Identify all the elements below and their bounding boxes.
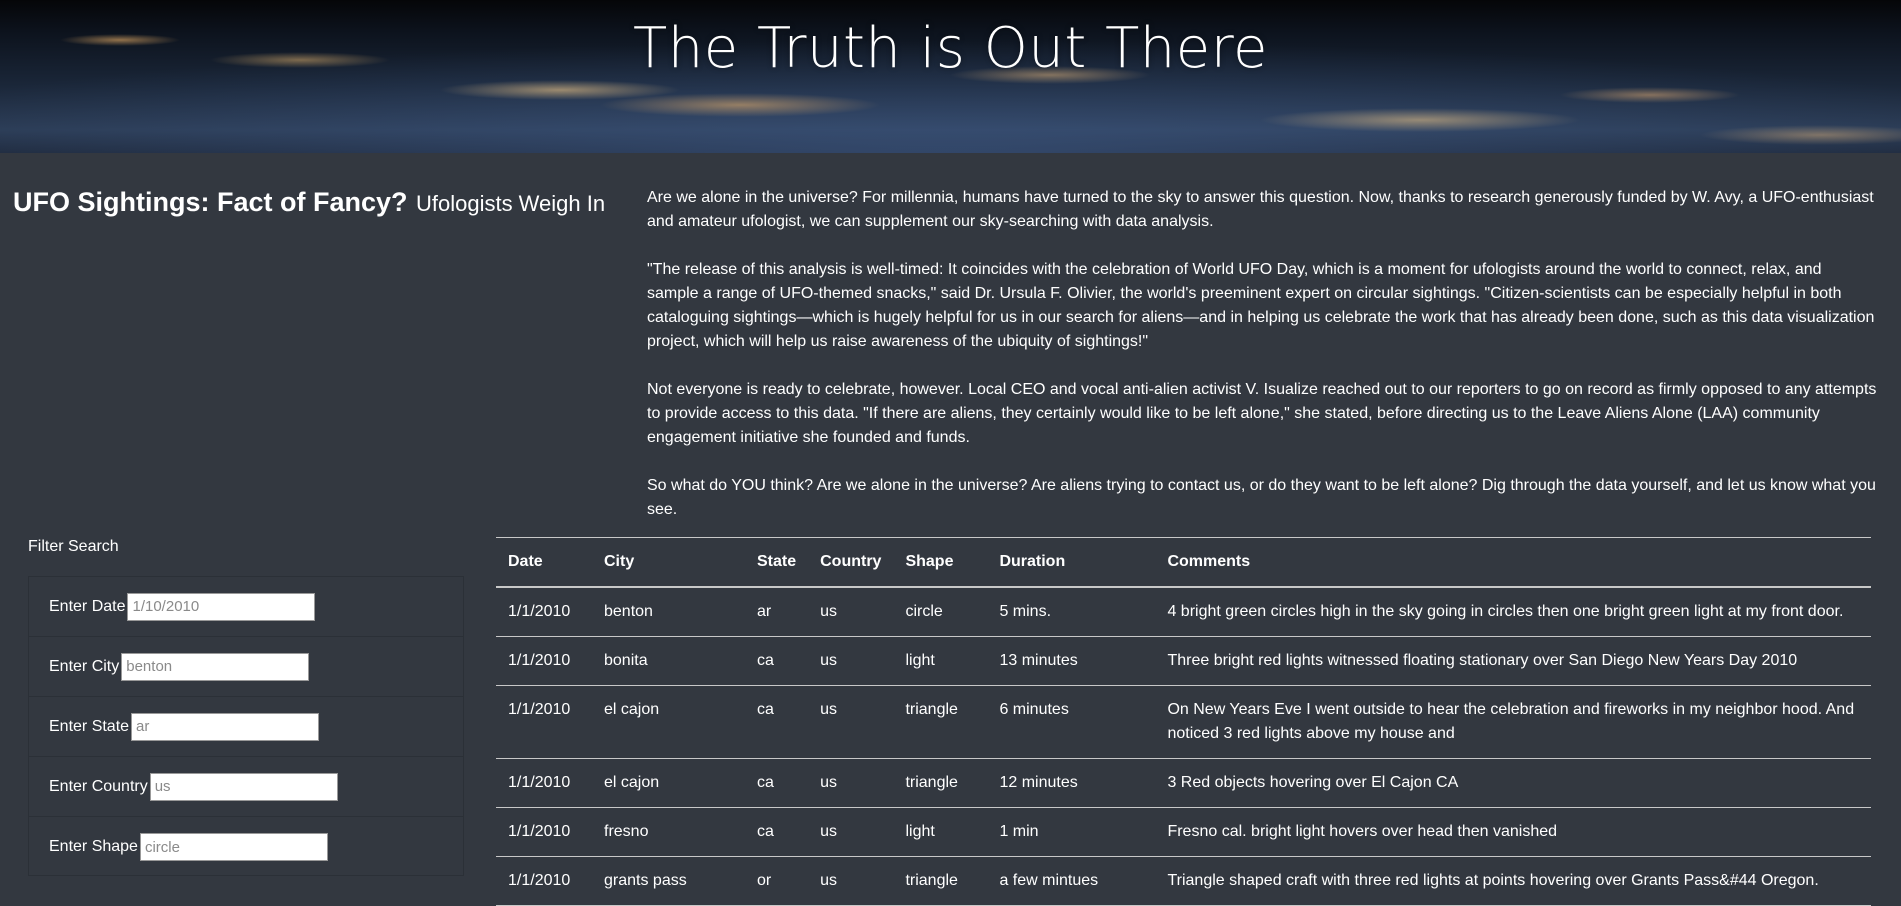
- filter-label-country: Enter Country: [49, 777, 148, 795]
- table-cell: us: [820, 701, 838, 718]
- article-paragraph: Not everyone is ready to celebrate, howe…: [647, 381, 1877, 446]
- table-row: 1/1/2010 grants pass or us triangle a fe…: [496, 857, 1871, 906]
- state-input[interactable]: [131, 712, 320, 741]
- table-cell: ar: [757, 603, 772, 620]
- table-cell: Triangle shaped craft with three red lig…: [1167, 872, 1819, 889]
- article-paragraph: "The release of this analysis is well-ti…: [647, 261, 1875, 350]
- shape-input[interactable]: [139, 833, 328, 861]
- table-cell: us: [820, 872, 838, 889]
- table-cell: ca: [757, 823, 774, 840]
- article: Are we alone in the universe? For millen…: [647, 186, 1877, 546]
- table-cell: 1/1/2010: [508, 603, 571, 620]
- table-cell: 1/1/2010: [508, 823, 571, 840]
- table-cell: 3 Red objects hovering over El Cajon CA: [1167, 774, 1459, 791]
- city-input[interactable]: [121, 652, 310, 681]
- article-paragraph: So what do YOU think? Are we alone in th…: [647, 477, 1876, 518]
- table-cell: light: [905, 823, 935, 840]
- filter-panel: Enter Date Enter City Enter State Enter …: [28, 576, 464, 876]
- page-heading: UFO Sightings: Fact of Fancy? Ufologists…: [13, 187, 605, 218]
- table-cell: 1/1/2010: [508, 701, 571, 718]
- table-cell: triangle: [905, 701, 958, 718]
- table-cell: grants pass: [604, 872, 687, 889]
- table-row: 1/1/2010 el cajon ca us triangle 6 minut…: [496, 686, 1871, 759]
- filter-label-state: Enter State: [49, 717, 130, 735]
- filter-label-date: Enter Date: [49, 597, 126, 615]
- date-input[interactable]: [127, 592, 316, 621]
- table-cell: 4 bright green circles high in the sky g…: [1167, 603, 1844, 620]
- table-cell: ca: [757, 701, 774, 718]
- table-row: 1/1/2010 el cajon ca us triangle 12 minu…: [496, 759, 1871, 808]
- table-cell: light: [905, 652, 935, 669]
- table-row: 1/1/2010 fresno ca us light 1 min Fresno…: [496, 808, 1871, 857]
- table-cell: bonita: [604, 652, 648, 669]
- table-cell: triangle: [905, 872, 958, 889]
- filter-row-country: Enter Country: [29, 757, 463, 817]
- table-cell: a few mintues: [999, 872, 1099, 889]
- filter-search-label: Filter Search: [28, 538, 119, 555]
- column-header: Comments: [1167, 553, 1251, 570]
- country-input[interactable]: [149, 772, 338, 801]
- table-cell: or: [757, 872, 772, 889]
- heading-main: UFO Sightings: Fact of Fancy?: [13, 187, 408, 217]
- table-cell: 13 minutes: [999, 652, 1078, 669]
- table-cell: benton: [604, 603, 653, 620]
- column-header: Duration: [999, 553, 1066, 570]
- column-header: State: [757, 553, 797, 570]
- filter-row-state: Enter State: [29, 697, 463, 757]
- table-cell: fresno: [604, 823, 649, 840]
- filter-label-shape: Enter Shape: [49, 838, 138, 855]
- filter-label-city: Enter City: [49, 657, 120, 675]
- table-cell: el cajon: [604, 701, 660, 718]
- table-cell: us: [820, 603, 838, 620]
- column-header: City: [604, 553, 635, 570]
- table-cell: 6 minutes: [999, 701, 1069, 718]
- hero-title: The Truth is Out There: [633, 16, 1268, 81]
- table-cell: 12 minutes: [999, 774, 1078, 791]
- table-row: 1/1/2010 benton ar us circle 5 mins. 4 b…: [496, 587, 1871, 637]
- column-header: Country: [820, 553, 882, 570]
- table-cell: circle: [905, 603, 943, 620]
- table-cell: ca: [757, 774, 774, 791]
- table-cell: el cajon: [604, 774, 660, 791]
- filter-row-date: Enter Date: [29, 577, 463, 637]
- ufo-table: Date City State Country Shape Duration C…: [496, 537, 1871, 906]
- table-row: 1/1/2010 bonita ca us light 13 minutes T…: [496, 637, 1871, 686]
- filter-row-city: Enter City: [29, 637, 463, 697]
- table-cell: 5 mins.: [999, 603, 1052, 620]
- table-cell: Three bright red lights witnessed floati…: [1167, 652, 1798, 669]
- heading-subtitle: Ufologists Weigh In: [415, 191, 606, 216]
- table-header-row: Date City State Country Shape Duration C…: [496, 537, 1871, 587]
- table-cell: 1/1/2010: [508, 652, 571, 669]
- table-cell: 1/1/2010: [508, 774, 571, 791]
- table-cell: triangle: [905, 774, 958, 791]
- table-cell: On New Years Eve I went outside to hear …: [1167, 701, 1855, 742]
- table-cell: us: [820, 823, 838, 840]
- table-cell: 1/1/2010: [508, 872, 571, 889]
- filter-row-shape: Enter Shape: [29, 817, 463, 877]
- table-cell: Fresno cal. bright light hovers over hea…: [1167, 823, 1558, 840]
- table-cell: 1 min: [999, 823, 1039, 840]
- article-paragraph: Are we alone in the universe? For millen…: [647, 189, 1874, 230]
- table-cell: us: [820, 774, 838, 791]
- column-header: Shape: [905, 553, 954, 570]
- hero-banner: The Truth is Out There: [0, 0, 1901, 153]
- table-cell: us: [820, 652, 838, 669]
- column-header: Date: [508, 553, 543, 570]
- table-cell: ca: [757, 652, 774, 669]
